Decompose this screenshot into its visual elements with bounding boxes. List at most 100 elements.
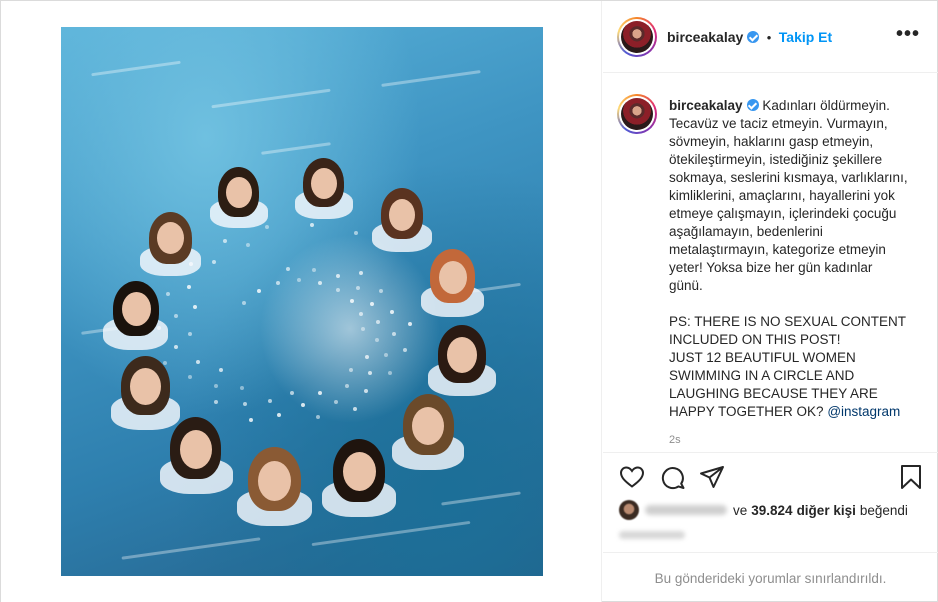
water-glint	[350, 299, 354, 303]
mention-link[interactable]: @instagram	[827, 404, 900, 419]
caption-verified-badge-icon	[746, 99, 759, 111]
water-glint	[249, 418, 253, 422]
water-glint	[359, 271, 363, 275]
water-glint	[318, 391, 322, 395]
swimmer-face	[258, 461, 291, 501]
water-glint	[219, 368, 223, 372]
liker-avatar[interactable]	[619, 500, 639, 520]
water-ripple	[441, 491, 521, 506]
comments-disabled-notice: Bu gönderideki yorumlar sınırlandırıldı.	[603, 552, 938, 602]
water-glint	[214, 400, 218, 404]
caption-area: birceakalay Kadınları öldürmeyin. Tecavü…	[603, 74, 938, 452]
caption-username[interactable]: birceakalay	[669, 98, 743, 113]
caption-text: birceakalay Kadınları öldürmeyin. Tecavü…	[669, 97, 919, 421]
swimmer-face	[389, 199, 415, 231]
water-glint	[214, 384, 218, 388]
swimmer-face	[412, 407, 444, 445]
water-glint	[188, 332, 192, 336]
water-glint	[310, 223, 314, 227]
comments-disabled-text: Bu gönderideki yorumlar sınırlandırıldı.	[654, 570, 887, 586]
water-glint	[212, 260, 216, 264]
caption-ps-line: SWIMMING IN A CIRCLE AND	[669, 368, 855, 383]
water-glint	[354, 231, 358, 235]
water-glint	[349, 368, 353, 372]
water-glint	[316, 415, 320, 419]
water-glint	[187, 285, 191, 289]
post-dialog: birceakalay • Takip Et ••• birceakalay K…	[0, 0, 938, 602]
caption-line: sokmaya, seslerini kısmaya, varlıklarını…	[669, 170, 908, 185]
water-glint	[403, 348, 407, 352]
water-glint	[163, 361, 167, 365]
action-bar: ve 39.824 diğer kişi beğendi	[603, 452, 938, 552]
caption-avatar[interactable]	[617, 94, 657, 134]
water-glint	[166, 292, 170, 296]
caption-ps-line: HAPPY TOGETHER OK?	[669, 404, 824, 419]
water-glint	[376, 320, 380, 324]
caption-line: etmeye çalışmayın, içlerindeki çocuğu	[669, 206, 897, 221]
water-ripple	[381, 70, 481, 87]
caption-ps-line: PS: THERE IS NO SEXUAL CONTENT	[669, 314, 907, 329]
post-photo[interactable]	[61, 27, 543, 576]
header-user-row: birceakalay • Takip Et	[667, 29, 832, 47]
water-ripple	[91, 60, 181, 77]
water-glint	[297, 278, 301, 282]
water-glint	[353, 407, 357, 411]
profile-avatar[interactable]	[617, 17, 657, 57]
likes-suffix: beğendi	[859, 502, 908, 518]
water-glint	[277, 413, 281, 417]
post-header: birceakalay • Takip Et •••	[603, 1, 938, 73]
follow-button[interactable]: Takip Et	[779, 29, 832, 45]
caption-line: günü.	[669, 278, 703, 293]
water-glint	[290, 391, 294, 395]
post-sidebar: birceakalay • Takip Et ••• birceakalay K…	[603, 1, 938, 602]
heart-icon[interactable]	[619, 465, 645, 489]
water-ripple	[211, 88, 331, 109]
water-ripple	[311, 520, 471, 547]
water-glint	[345, 384, 349, 388]
likes-count[interactable]: 39.824	[751, 503, 792, 518]
water-glint	[223, 239, 227, 243]
caption-ps-line: LAUGHING BECAUSE THEY ARE	[669, 386, 878, 401]
water-glint	[318, 281, 322, 285]
water-glint	[174, 314, 178, 318]
caption-line: Tecavüz ve taciz etmeyin. Vurmayın,	[669, 116, 888, 131]
liker-username-blurred[interactable]	[645, 505, 727, 515]
post-time[interactable]: 2s	[669, 434, 681, 446]
water-glint	[361, 327, 365, 331]
water-glint	[365, 355, 369, 359]
water-glint	[174, 345, 178, 349]
swimmer-face	[343, 452, 376, 491]
send-icon[interactable]	[699, 465, 725, 489]
post-media-panel	[1, 1, 602, 602]
water-glint	[375, 338, 379, 342]
water-glint	[196, 360, 200, 364]
swimmer-face	[439, 261, 467, 294]
caption-line: ötekileştirmeyin, istediğiniz şekillere	[669, 152, 883, 167]
caption-line: kimliklerini, amaçlarını, hayallerini yo…	[669, 188, 895, 203]
water-glint	[356, 286, 360, 290]
water-glint	[301, 403, 305, 407]
water-glint	[379, 289, 383, 293]
water-ripple	[261, 142, 331, 155]
water-glint	[359, 312, 363, 316]
swimmer-face	[447, 337, 477, 373]
water-glint	[193, 305, 197, 309]
water-glint	[336, 274, 340, 278]
bookmark-icon[interactable]	[899, 464, 923, 490]
swimmer-face	[157, 222, 184, 254]
likes-summary: ve 39.824 diğer kişi beğendi	[619, 500, 924, 520]
water-ripple	[121, 537, 261, 560]
caption-line: sövmeyin, haklarını gasp etmeyin,	[669, 134, 874, 149]
caption-ps-line: JUST 12 BEAUTIFUL WOMEN	[669, 350, 856, 365]
post-date-blurred	[619, 531, 685, 539]
likes-others-label[interactable]: diğer kişi	[797, 503, 856, 518]
water-glint	[364, 389, 368, 393]
water-glint	[388, 371, 392, 375]
comment-icon[interactable]	[660, 465, 686, 490]
more-horizontal-icon[interactable]: •••	[896, 24, 920, 44]
water-glint	[384, 353, 388, 357]
water-glint	[408, 322, 412, 326]
swimmer-face	[130, 368, 161, 405]
header-username[interactable]: birceakalay	[667, 29, 743, 45]
water-glint	[243, 402, 247, 406]
